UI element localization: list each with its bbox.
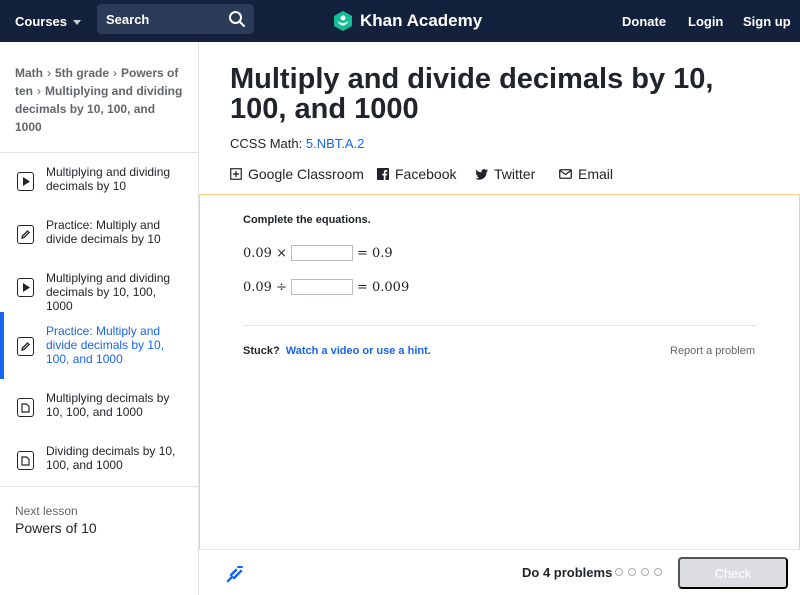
answer-input-1[interactable] [290,245,353,261]
divider [0,486,199,487]
divider [243,325,756,326]
lesson-item-1[interactable]: Multiplying and dividing decimals by 10 [0,162,199,212]
email-share[interactable]: Email [559,165,613,183]
progress-dots [615,568,667,576]
pencil-icon [17,225,34,244]
top-nav: Courses Search Khan Academy Donate Login… [0,0,800,42]
courses-menu[interactable]: Courses [15,0,82,42]
progress-dot [654,568,662,576]
answer-input-2[interactable] [290,279,353,295]
lesson-label: Practice: Multiply and divide decimals b… [46,218,161,246]
search-placeholder: Search [106,11,150,27]
problem-count-label: Do 4 problems [522,565,613,580]
ccss-label: CCSS Math: [230,136,303,151]
exercise-prompt: Complete the equations. [243,214,371,226]
video-icon [17,172,34,191]
divider [0,152,199,153]
progress-dot [615,568,623,576]
khan-leaf-icon [334,11,352,31]
lesson-label: Dividing decimals by 10, 100, and 1000 [46,444,176,472]
lesson-item-2[interactable]: Practice: Multiply and divide decimals b… [0,215,199,265]
stuck-label: Stuck? [243,345,280,357]
signup-link[interactable]: Sign up [743,0,791,42]
lesson-label: Practice: Multiply and divide decimals b… [46,324,165,366]
hint-link[interactable]: Watch a video or use a hint. [286,345,431,357]
share-label: Twitter [494,166,536,182]
share-label: Facebook [395,166,457,182]
breadcrumb-separator: › [47,66,51,80]
breadcrumb-math[interactable]: Math [15,66,43,80]
donate-link[interactable]: Donate [622,0,666,42]
exercise-panel: Complete the equations. 0.09 × = 0.9 0.0… [199,194,800,549]
facebook-share[interactable]: Facebook [377,165,456,183]
lesson-item-3[interactable]: Multiplying and dividing decimals by 10,… [0,268,199,318]
pencil-icon [17,337,34,356]
scratchpad-icon[interactable] [225,564,245,584]
email-icon [559,169,572,179]
lesson-label: Multiplying and dividing decimals by 10,… [46,271,171,313]
google-classroom-share[interactable]: Google Classroom [230,165,364,183]
article-icon [17,451,34,470]
equation-right: = 0.009 [356,279,410,295]
breadcrumb-separator: › [113,66,118,80]
progress-dot [641,568,649,576]
lesson-label: Multiplying and dividing decimals by 10 [46,165,171,193]
equation-left: 0.09 × [243,245,287,261]
lesson-item-6[interactable]: Dividing decimals by 10, 100, and 1000 [0,441,199,491]
search-icon[interactable] [228,10,246,28]
breadcrumb-separator: › [37,84,41,98]
share-label: Google Classroom [248,166,364,182]
share-label: Email [578,166,614,182]
lesson-item-4[interactable]: Practice: Multiply and divide decimals b… [0,321,199,381]
equation-left: 0.09 ÷ [243,279,287,295]
video-icon [17,278,34,297]
lesson-item-5[interactable]: Multiplying decimals by 10, 100, and 100… [0,388,199,438]
breadcrumb-grade[interactable]: 5th grade [55,66,109,80]
equation-row-1: 0.09 × = 0.9 [243,243,393,263]
login-link[interactable]: Login [688,0,723,42]
twitter-icon [475,168,488,180]
chevron-down-icon [73,19,82,25]
progress-dot [628,568,636,576]
ccss-standard: CCSS Math: 5.NBT.A.2 [230,136,364,151]
equation-right: = 0.9 [356,245,393,261]
lesson-label: Multiplying decimals by 10, 100, and 100… [46,391,170,419]
facebook-icon [377,168,389,180]
google-classroom-icon [230,168,242,180]
next-lesson-label: Next lesson [15,504,78,518]
report-problem-link[interactable]: Report a problem [670,345,755,357]
brand-logo[interactable]: Khan Academy [332,0,482,42]
lesson-sidebar: Math › 5th grade › Powers of ten › Multiplying… [0,42,199,595]
next-lesson-link[interactable]: Powers of 10 [15,520,97,536]
brand-name: Khan Academy [360,11,483,30]
page-title: Multiply and divide decimals by 10, 100,… [230,63,714,125]
courses-label: Courses [15,13,68,29]
article-icon [17,398,34,417]
check-button[interactable]: Check [678,557,788,589]
stuck-prompt: Stuck? Watch a video or use a hint. [243,345,431,357]
twitter-share[interactable]: Twitter [475,165,535,183]
exercise-footer: Do 4 problems Check [199,549,800,595]
equation-row-2: 0.09 ÷ = 0.009 [243,277,409,297]
ccss-code-link[interactable]: 5.NBT.A.2 [306,136,365,151]
search-input[interactable]: Search [97,4,254,34]
breadcrumb: Math › 5th grade › Powers of ten › Multiplying… [15,64,185,136]
